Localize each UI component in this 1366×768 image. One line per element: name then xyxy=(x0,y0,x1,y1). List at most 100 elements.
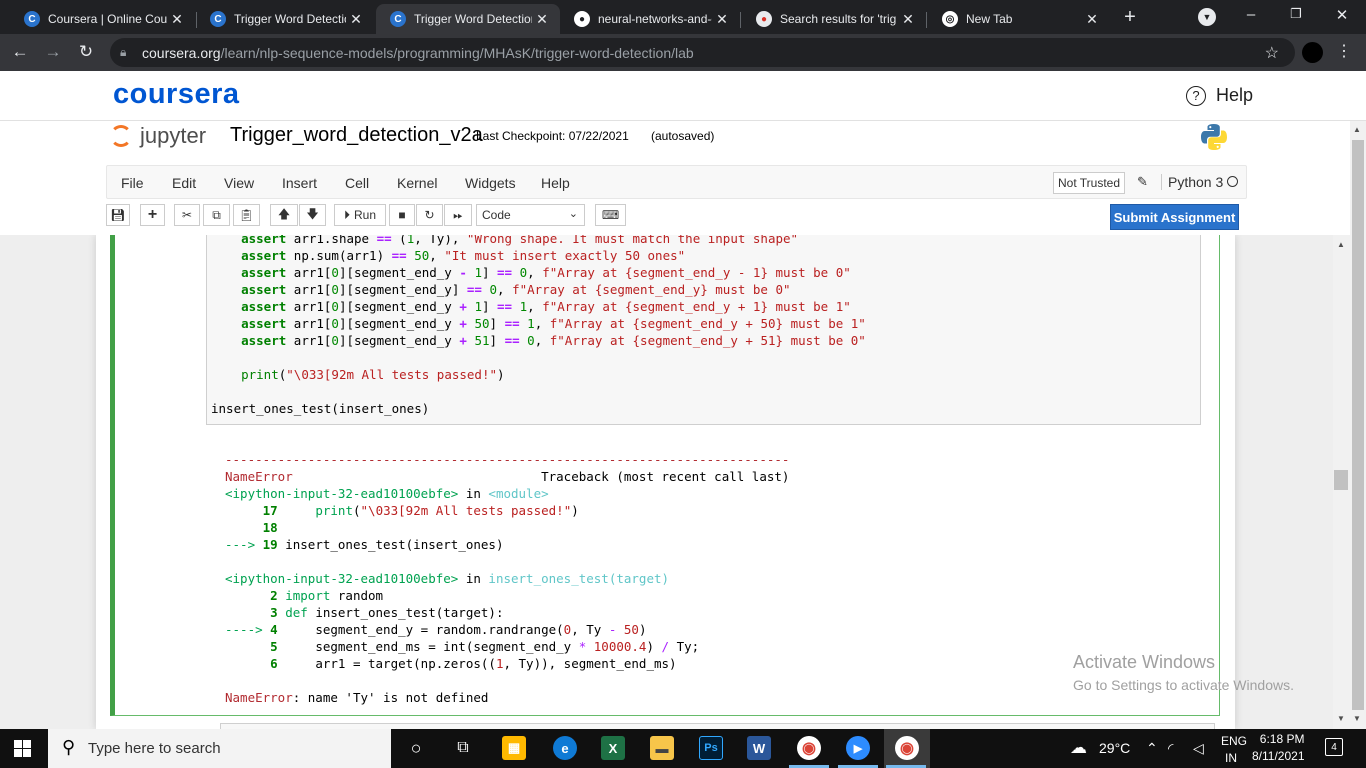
network-icon[interactable]: ◜ xyxy=(1168,740,1173,757)
address-bar[interactable]: 🔒︎ coursera.org/learn/nlp-sequence-model… xyxy=(110,38,1295,67)
menu-insert[interactable]: Insert xyxy=(282,175,317,191)
back-icon[interactable]: ← xyxy=(10,42,30,62)
menu-kernel[interactable]: Kernel xyxy=(397,175,437,191)
language-indicator[interactable]: ENG IN xyxy=(1221,733,1247,767)
store-icon[interactable]: ▦ xyxy=(502,736,526,760)
code-cell-input[interactable]: assert arr1.shape == (1, Ty), "Wrong sha… xyxy=(206,235,1201,425)
menu-edit[interactable]: Edit xyxy=(172,175,196,191)
weather-icon[interactable]: ☁ xyxy=(1070,738,1087,758)
run-button[interactable]: ⏵ Run xyxy=(334,204,386,226)
word-icon[interactable]: W xyxy=(747,736,771,760)
windows-start-icon[interactable] xyxy=(14,740,31,757)
bookmark-star-icon[interactable]: ☆ xyxy=(1265,43,1279,63)
scroll-down-icon[interactable]: ▼ xyxy=(1337,714,1345,723)
jupyter-toolbar: 💾︎ + ✂ ⧉ 📋︎ 🡅 🡇 ⏵ Run ■ ↻ ⏩︎ Code ⌄ ⌨ Subm… xyxy=(0,199,1350,235)
close-tab-icon[interactable]: ✕ xyxy=(1082,11,1102,28)
notebook-title[interactable]: Trigger_word_detection_v2a xyxy=(230,124,483,147)
close-tab-icon[interactable]: ✕ xyxy=(167,11,187,28)
code-line: print("\033[92m All tests passed!") xyxy=(241,367,505,382)
taskbar-search[interactable]: ⚲ Type here to search xyxy=(48,729,391,768)
jupyter-logo-icon xyxy=(110,125,132,147)
command-palette-button[interactable]: ⌨ xyxy=(595,204,626,226)
task-view-icon[interactable]: ⧉ xyxy=(451,736,475,760)
restart-run-all-button[interactable]: ⏩︎ xyxy=(444,204,472,226)
page-scrollbar-thumb[interactable] xyxy=(1352,140,1364,710)
scroll-up-icon[interactable]: ▲ xyxy=(1353,125,1361,134)
cell-type-value: Code xyxy=(482,208,511,222)
browser-tab[interactable]: C Trigger Word Detection ✕ xyxy=(196,4,374,34)
help-link[interactable]: ? Help xyxy=(1186,85,1253,106)
close-window-icon[interactable]: ✕ xyxy=(1332,6,1352,24)
coursera-logo[interactable]: coursera xyxy=(113,78,240,111)
active-chrome-taskbar-button[interactable]: ◉ xyxy=(884,729,930,768)
not-trusted-button[interactable]: Not Trusted xyxy=(1053,172,1126,194)
notification-count: 4 xyxy=(1331,741,1337,753)
move-down-button[interactable]: 🡇 xyxy=(299,204,326,226)
volume-icon[interactable]: ◁ xyxy=(1193,740,1204,757)
cell-type-select[interactable]: Code ⌄ xyxy=(476,204,585,226)
restore-icon[interactable]: ❐ xyxy=(1286,6,1306,22)
notification-center-icon[interactable]: 4 xyxy=(1325,738,1343,756)
edit-pencil-icon[interactable]: ✎ xyxy=(1137,174,1148,190)
scroll-up-icon[interactable]: ▲ xyxy=(1337,240,1345,249)
frame-function: insert_ones_test(target) xyxy=(488,571,670,586)
menu-help[interactable]: Help xyxy=(541,175,570,191)
scroll-down-icon[interactable]: ▼ xyxy=(1353,714,1361,723)
reload-icon[interactable]: ↻ xyxy=(76,42,96,62)
insert-cell-button[interactable]: + xyxy=(140,204,165,226)
profile-avatar[interactable] xyxy=(1302,42,1323,63)
error-name: NameError xyxy=(225,469,293,484)
fast-forward-icon: ⏩︎ xyxy=(453,207,463,222)
paste-button[interactable]: 📋︎ xyxy=(233,204,260,226)
file-explorer-icon[interactable]: ▬ xyxy=(650,736,674,760)
edge-icon[interactable]: e xyxy=(553,736,577,760)
close-tab-icon[interactable]: ✕ xyxy=(712,11,732,28)
save-button[interactable]: 💾︎ xyxy=(106,204,130,226)
browser-tab[interactable]: ● Search results for 'trig ✕ xyxy=(742,4,926,34)
menu-widgets[interactable]: Widgets xyxy=(465,175,516,191)
cut-button[interactable]: ✂ xyxy=(174,204,200,226)
close-tab-icon[interactable]: ✕ xyxy=(346,11,366,28)
browser-tab[interactable]: C Coursera | Online Cour ✕ xyxy=(10,4,195,34)
final-error-name: NameError xyxy=(225,690,293,705)
photoshop-icon[interactable]: Ps xyxy=(699,736,723,760)
submit-assignment-button[interactable]: Submit Assignment xyxy=(1110,204,1239,230)
close-tab-icon[interactable]: ✕ xyxy=(532,11,552,28)
plus-icon: + xyxy=(147,206,158,223)
show-hidden-icons-icon[interactable]: ⌃ xyxy=(1146,740,1158,757)
copy-button[interactable]: ⧉ xyxy=(203,204,230,226)
code-line: insert_ones_test(insert_ones) xyxy=(211,401,430,416)
zoom-icon[interactable]: ▶ xyxy=(846,736,870,760)
excel-icon[interactable]: X xyxy=(601,736,625,760)
arrow-down-icon: 🡇 xyxy=(306,206,319,221)
menu-file[interactable]: File xyxy=(121,175,144,191)
kernel-name[interactable]: Python 3 xyxy=(1161,174,1223,190)
browser-tab[interactable]: ● neural-networks-and-d ✕ xyxy=(560,4,740,34)
interrupt-button[interactable]: ■ xyxy=(389,204,415,226)
traceback-dashes: ----------------------------------------… xyxy=(225,452,790,467)
tab-search-icon[interactable]: ▼ xyxy=(1198,8,1216,26)
search-icon: ⚲ xyxy=(62,737,76,757)
tab-title: Trigger Word Detection xyxy=(234,12,346,26)
traceback-line: 2 import random xyxy=(270,588,384,603)
keyboard-icon: ⌨ xyxy=(601,208,620,222)
browser-tab-active[interactable]: C Trigger Word Detection ✕ xyxy=(376,4,560,34)
system-clock[interactable]: 6:18 PM 8/11/2021 xyxy=(1252,731,1305,765)
restart-button[interactable]: ↻ xyxy=(416,204,443,226)
weather-temp[interactable]: 29°C xyxy=(1099,740,1130,756)
coursera-header: coursera ? Help xyxy=(0,71,1366,121)
move-up-button[interactable]: 🡅 xyxy=(270,204,298,226)
minimize-icon[interactable]: – xyxy=(1241,6,1261,23)
close-tab-icon[interactable]: ✕ xyxy=(898,11,918,28)
forward-icon[interactable]: → xyxy=(43,42,63,62)
more-menu-icon[interactable]: ⋮ xyxy=(1336,41,1352,61)
browser-tab[interactable]: ◎ New Tab ✕ xyxy=(928,4,1110,34)
menu-cell[interactable]: Cell xyxy=(345,175,369,191)
new-tab-icon[interactable]: + xyxy=(1118,6,1142,29)
github-favicon-icon: ● xyxy=(574,11,590,27)
jupyter-logo[interactable]: jupyter xyxy=(110,121,206,151)
menu-view[interactable]: View xyxy=(224,175,254,191)
cortana-icon[interactable]: ○ xyxy=(404,736,428,760)
notebook-scrollbar-thumb[interactable] xyxy=(1334,470,1348,490)
chrome-icon[interactable]: ◉ xyxy=(797,736,821,760)
